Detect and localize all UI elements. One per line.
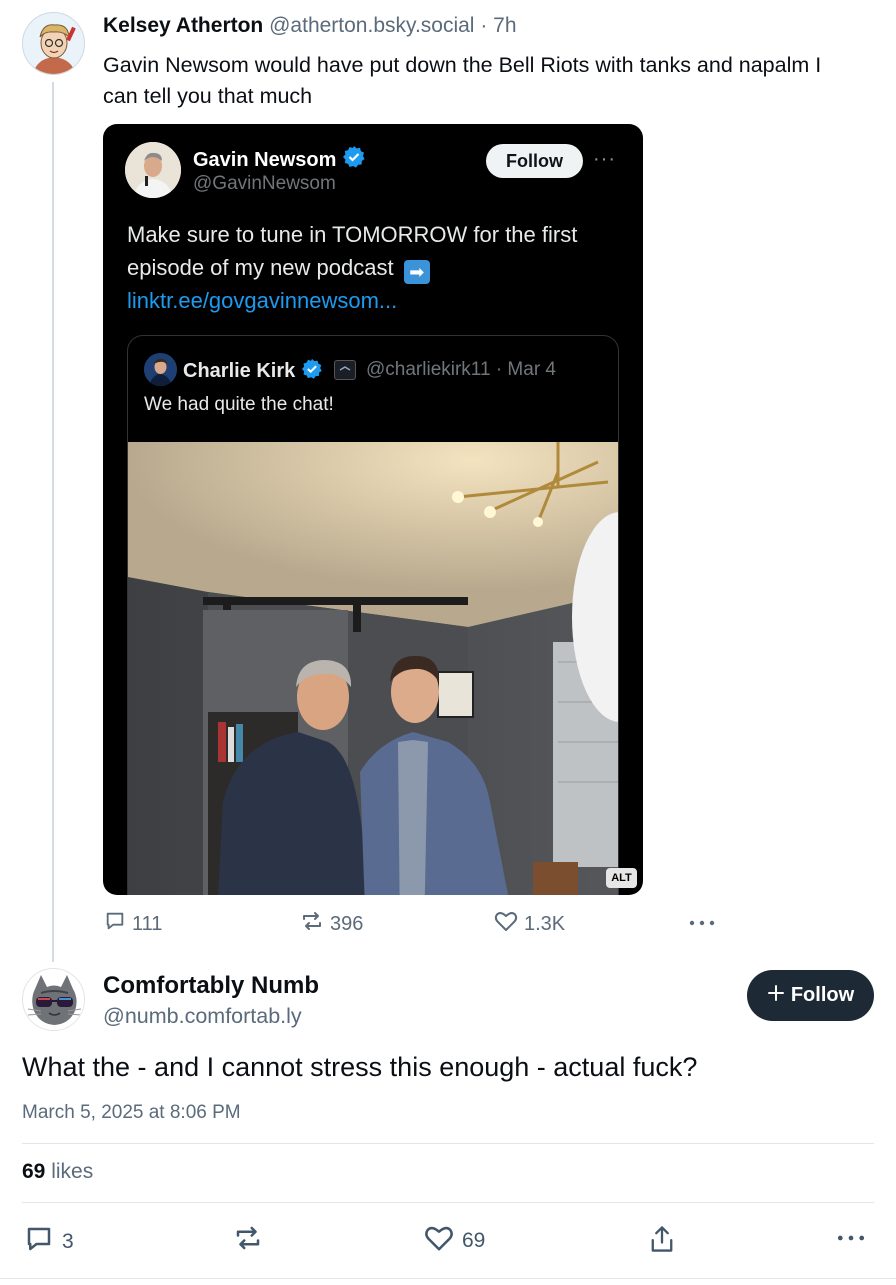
embed-more-icon: ··· xyxy=(593,148,616,170)
repost-icon xyxy=(300,910,324,938)
parent-author-avatar[interactable] xyxy=(22,12,85,75)
embed-author-handle: @GavinNewsom xyxy=(193,173,336,194)
embed-author-name: Gavin Newsom xyxy=(193,145,366,175)
parent-like-button[interactable]: 1.3K xyxy=(494,910,565,938)
verified-badge-icon xyxy=(301,358,323,386)
quote-photo xyxy=(128,442,618,895)
more-icon xyxy=(688,912,716,940)
alt-text-badge[interactable]: ALT xyxy=(606,868,637,888)
main-author-handle[interactable]: @numb.comfortab.ly xyxy=(103,1004,302,1029)
divider xyxy=(0,1278,896,1279)
reply-icon xyxy=(24,1224,54,1260)
separator-dot: · xyxy=(480,14,488,37)
divider xyxy=(22,1143,874,1144)
more-options-button[interactable] xyxy=(836,1224,866,1258)
gavin-newsom-avatar xyxy=(125,142,181,198)
share-icon xyxy=(648,1224,676,1260)
thread-connector-line xyxy=(52,82,54,962)
parent-like-count: 1.3K xyxy=(524,912,566,935)
likes-word: likes xyxy=(51,1160,94,1183)
reply-button[interactable]: 3 xyxy=(24,1224,74,1260)
like-count: 69 xyxy=(462,1229,486,1252)
reply-count: 3 xyxy=(62,1230,74,1253)
parent-post-header: Kelsey Atherton @atherton.bsky.social · … xyxy=(103,14,517,38)
follow-button-label: Follow xyxy=(790,984,855,1006)
embed-link: linktr.ee/govgavinnewsom... xyxy=(127,288,398,313)
embedded-image[interactable]: Gavin Newsom @GavinNewsom Follow ··· Mak… xyxy=(103,124,643,895)
quote-author-handle: @charliekirk11 xyxy=(366,359,491,380)
reply-icon xyxy=(104,910,126,938)
likes-count: 69 xyxy=(22,1160,46,1183)
main-author-name[interactable]: Comfortably Numb xyxy=(103,972,319,1000)
share-button[interactable] xyxy=(648,1224,676,1260)
right-arrow-icon: ➡ xyxy=(403,260,430,284)
embed-post-body: Make sure to tune in TOMORROW for the fi… xyxy=(127,222,578,280)
quote-author-name: Charlie Kirk xyxy=(183,358,323,386)
heart-icon xyxy=(494,910,518,938)
repost-button[interactable] xyxy=(233,1224,263,1258)
verified-badge-icon xyxy=(342,145,366,175)
parent-reply-button[interactable]: 111 xyxy=(104,910,162,938)
affiliate-badge-icon xyxy=(334,360,356,380)
separator-dot: · xyxy=(495,359,503,380)
more-icon xyxy=(836,1224,866,1258)
quote-date: Mar 4 xyxy=(507,359,556,380)
likes-summary[interactable]: 69 likes xyxy=(22,1160,93,1184)
main-post-text: What the - and I cannot stress this enou… xyxy=(22,1052,698,1082)
repost-icon xyxy=(233,1224,263,1258)
main-post-timestamp: March 5, 2025 at 8:06 PM xyxy=(22,1102,241,1123)
parent-repost-button[interactable]: 396 xyxy=(300,910,363,938)
heart-icon xyxy=(424,1224,454,1258)
divider xyxy=(22,1202,874,1203)
parent-more-button[interactable] xyxy=(688,912,716,940)
main-author-avatar[interactable] xyxy=(22,968,85,1031)
quote-text: We had quite the chat! xyxy=(144,394,334,415)
embed-author-name-text: Gavin Newsom xyxy=(193,149,337,171)
embed-post-text: Make sure to tune in TOMORROW for the fi… xyxy=(127,218,627,317)
like-button[interactable]: 69 xyxy=(424,1224,485,1258)
charlie-kirk-avatar xyxy=(144,353,177,386)
embed-follow-button: Follow xyxy=(486,144,583,178)
quote-author-name-text: Charlie Kirk xyxy=(183,360,296,382)
parent-post-text: Gavin Newsom would have put down the Bel… xyxy=(103,53,822,108)
parent-repost-count: 396 xyxy=(330,912,364,935)
follow-button[interactable]: Follow xyxy=(747,970,874,1021)
plus-icon xyxy=(767,984,785,1008)
quoted-post: Charlie Kirk @charliekirk11 · Mar 4 We h… xyxy=(127,335,619,895)
parent-reply-count: 111 xyxy=(132,912,163,935)
parent-author-handle[interactable]: @atherton.bsky.social xyxy=(269,14,474,37)
parent-author-name[interactable]: Kelsey Atherton xyxy=(103,14,263,37)
parent-post-time[interactable]: 7h xyxy=(493,14,516,37)
quote-author-meta: @charliekirk11 · Mar 4 xyxy=(366,359,556,381)
